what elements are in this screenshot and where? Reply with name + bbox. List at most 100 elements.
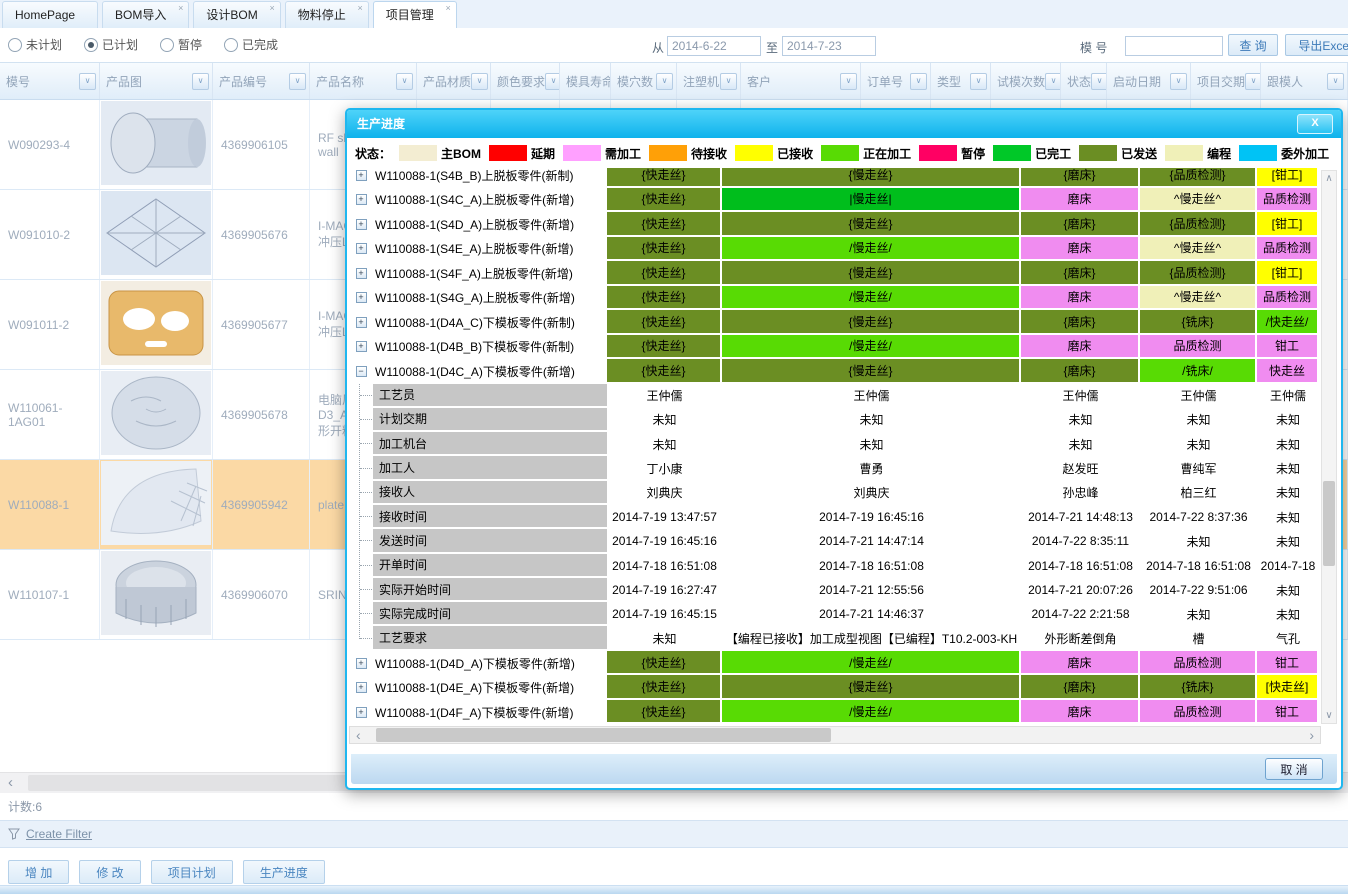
filter-dropdown-icon[interactable]: ∨ (970, 73, 987, 90)
column-header-11[interactable]: 订单号∨ (861, 63, 931, 99)
date-from-input[interactable] (667, 36, 761, 56)
filter-dropdown-icon[interactable]: ∨ (1245, 73, 1261, 90)
column-header-10[interactable]: 客户∨ (741, 63, 861, 99)
dialog-vertical-scrollbar[interactable]: ∧ ∨ (1321, 170, 1337, 724)
filter-dropdown-icon[interactable]: ∨ (1327, 73, 1344, 90)
filter-dropdown-icon[interactable]: ∨ (471, 73, 488, 90)
grid-header: 模号∨产品图∨产品编号∨产品名称∨产品材质∨颜色要求∨模具寿命∨模穴数∨注塑机∨… (0, 62, 1348, 100)
dialog-horizontal-scrollbar[interactable]: ‹ › (349, 726, 1321, 744)
filter-dropdown-icon[interactable]: ∨ (545, 73, 560, 90)
tab-4[interactable]: 物料停止× (285, 1, 369, 29)
radio-icon[interactable] (8, 38, 22, 52)
radio-option-3[interactable]: 暂停 (160, 36, 202, 53)
column-header-16[interactable]: 项目交期∨ (1191, 63, 1261, 99)
modify-button[interactable]: 修 改 (79, 860, 140, 884)
tree-row[interactable]: +W110088-1(S4C_A)上脱板零件(新增){快走丝}|慢走丝|磨床^慢… (349, 188, 1319, 213)
expand-icon[interactable]: + (356, 243, 367, 254)
column-header-14[interactable]: 状态∨ (1061, 63, 1107, 99)
filter-dropdown-icon[interactable]: ∨ (840, 73, 857, 90)
expand-icon[interactable]: + (356, 317, 367, 328)
expand-icon[interactable]: + (356, 268, 367, 279)
tree-row[interactable]: +W110088-1(D4E_A)下模板零件(新增){快走丝}{慢走丝}{磨床}… (349, 675, 1319, 700)
tree-row[interactable]: −W110088-1(D4C_A)下模板零件(新增){快走丝}{慢走丝}{磨床}… (349, 359, 1319, 384)
radio-icon[interactable] (84, 38, 98, 52)
column-header-15[interactable]: 启动日期∨ (1107, 63, 1191, 99)
column-header-17[interactable]: 跟模人∨ (1261, 63, 1348, 99)
production-progress-button[interactable]: 生产进度 (243, 860, 325, 884)
tree-row[interactable]: +W110088-1(D4A_C)下模板零件(新制){快走丝}{慢走丝}{磨床}… (349, 310, 1319, 335)
date-to-input[interactable] (782, 36, 876, 56)
detail-value: 未知 (607, 626, 722, 650)
radio-option-4[interactable]: 已完成 (224, 36, 278, 53)
expand-icon[interactable]: + (356, 194, 367, 205)
column-header-1[interactable]: 模号∨ (0, 63, 100, 99)
collapse-icon[interactable]: − (356, 366, 367, 377)
tree-row[interactable]: +W110088-1(S4F_A)上脱板零件(新增){快走丝}{慢走丝}{磨床}… (349, 261, 1319, 286)
tab-3[interactable]: 设计BOM× (193, 1, 280, 29)
project-plan-button[interactable]: 项目计划 (151, 860, 233, 884)
tree-row[interactable]: +W110088-1(S4B_B)上脱板零件(新制){快走丝}{慢走丝}{磨床}… (349, 168, 1319, 188)
column-header-9[interactable]: 注塑机∨ (677, 63, 741, 99)
expand-icon[interactable]: + (356, 682, 367, 693)
filter-dropdown-icon[interactable]: ∨ (720, 73, 737, 90)
tab-5[interactable]: 项目管理× (373, 1, 457, 29)
expand-icon[interactable]: + (356, 341, 367, 352)
expand-icon[interactable]: + (356, 292, 367, 303)
scroll-thumb[interactable] (376, 728, 831, 742)
cancel-button[interactable]: 取 消 (1265, 758, 1323, 780)
column-header-3[interactable]: 产品编号∨ (213, 63, 310, 99)
column-header-8[interactable]: 模穴数∨ (611, 63, 677, 99)
expand-icon[interactable]: + (356, 170, 367, 181)
tree-row[interactable]: +W110088-1(S4G_A)上脱板零件(新增){快走丝}/慢走丝/磨床^慢… (349, 286, 1319, 311)
filter-dropdown-icon[interactable]: ∨ (1170, 73, 1187, 90)
tab-1[interactable]: HomePage (2, 1, 98, 29)
radio-icon[interactable] (224, 38, 238, 52)
filter-dropdown-icon[interactable]: ∨ (1045, 73, 1061, 90)
column-header-13[interactable]: 试模次数∨ (991, 63, 1061, 99)
tree-row[interactable]: +W110088-1(S4D_A)上脱板零件(新增){快走丝}{慢走丝}{磨床}… (349, 212, 1319, 237)
tree-row[interactable]: +W110088-1(D4B_B)下模板零件(新制){快走丝}/慢走丝/磨床品质… (349, 335, 1319, 360)
column-header-5[interactable]: 产品材质∨ (417, 63, 491, 99)
filter-dropdown-icon[interactable]: ∨ (910, 73, 927, 90)
column-header-6[interactable]: 颜色要求∨ (491, 63, 560, 99)
tree-row[interactable]: +W110088-1(D4D_A)下模板零件(新增){快走丝}/慢走丝/磨床品质… (349, 651, 1319, 676)
process-status-cell: {慢走丝} (722, 675, 1021, 700)
tab-close-icon[interactable]: × (269, 4, 274, 13)
filter-dropdown-icon[interactable]: ∨ (289, 73, 306, 90)
export-excel-button[interactable]: 导出Excel (1285, 34, 1348, 56)
tree-row[interactable]: +W110088-1(S4E_A)上脱板零件(新增){快走丝}/慢走丝/磨床^慢… (349, 237, 1319, 262)
filter-dropdown-icon[interactable]: ∨ (79, 73, 96, 90)
detail-value: 赵发旺 (1021, 456, 1140, 480)
scroll-right-icon[interactable]: › (1309, 727, 1314, 743)
tree-row[interactable]: +W110088-1(D4F_A)下模板零件(新增){快走丝}/慢走丝/磨床品质… (349, 700, 1319, 724)
scroll-left-icon[interactable]: ‹ (356, 727, 361, 743)
tab-close-icon[interactable]: × (178, 4, 183, 13)
filter-dropdown-icon[interactable]: ∨ (396, 73, 413, 90)
create-filter-link[interactable]: Create Filter (26, 827, 92, 841)
mold-no-input[interactable] (1125, 36, 1223, 56)
column-header-7[interactable]: 模具寿命∨ (560, 63, 611, 99)
column-header-4[interactable]: 产品名称∨ (310, 63, 417, 99)
detail-value: 2014-7-21 14:46:37 (722, 602, 1021, 626)
filter-dropdown-icon[interactable]: ∨ (1091, 73, 1107, 90)
add-button[interactable]: 增 加 (8, 860, 69, 884)
column-header-12[interactable]: 类型∨ (931, 63, 991, 99)
expand-icon[interactable]: + (356, 707, 367, 718)
tab-close-icon[interactable]: × (357, 4, 362, 13)
scroll-left-icon[interactable]: ‹ (8, 773, 13, 792)
filter-dropdown-icon[interactable]: ∨ (192, 73, 209, 90)
radio-icon[interactable] (160, 38, 174, 52)
column-header-2[interactable]: 产品图∨ (100, 63, 213, 99)
filter-dropdown-icon[interactable]: ∨ (656, 73, 673, 90)
expand-icon[interactable]: + (356, 219, 367, 230)
tab-2[interactable]: BOM导入× (102, 1, 189, 29)
radio-option-2[interactable]: 已计划 (84, 36, 138, 53)
scroll-thumb[interactable] (1323, 481, 1335, 566)
scroll-up-icon[interactable]: ∧ (1322, 173, 1336, 184)
search-button[interactable]: 查 询 (1228, 34, 1278, 56)
tab-close-icon[interactable]: × (446, 4, 451, 13)
expand-icon[interactable]: + (356, 658, 367, 669)
radio-option-1[interactable]: 未计划 (8, 36, 62, 53)
scroll-down-icon[interactable]: ∨ (1322, 710, 1336, 721)
close-icon[interactable]: X (1297, 114, 1333, 134)
